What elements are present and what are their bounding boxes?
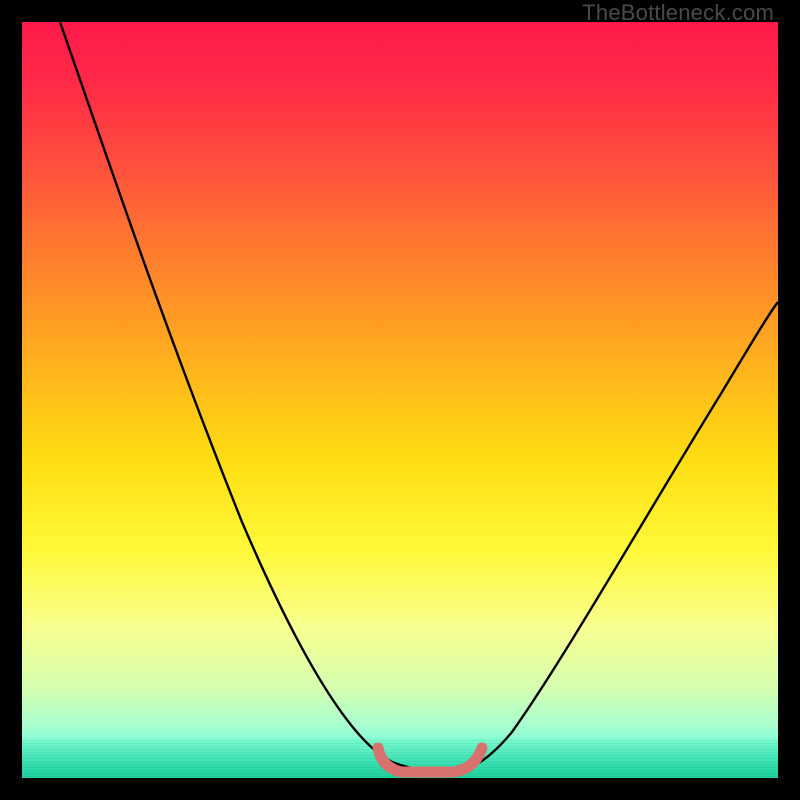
optimal-zone-marker-path bbox=[378, 748, 482, 772]
bottleneck-curve-svg bbox=[22, 22, 778, 778]
chart-container: TheBottleneck.com bbox=[0, 0, 800, 800]
plot-area bbox=[22, 22, 778, 778]
bottleneck-curve-path bbox=[60, 22, 778, 772]
